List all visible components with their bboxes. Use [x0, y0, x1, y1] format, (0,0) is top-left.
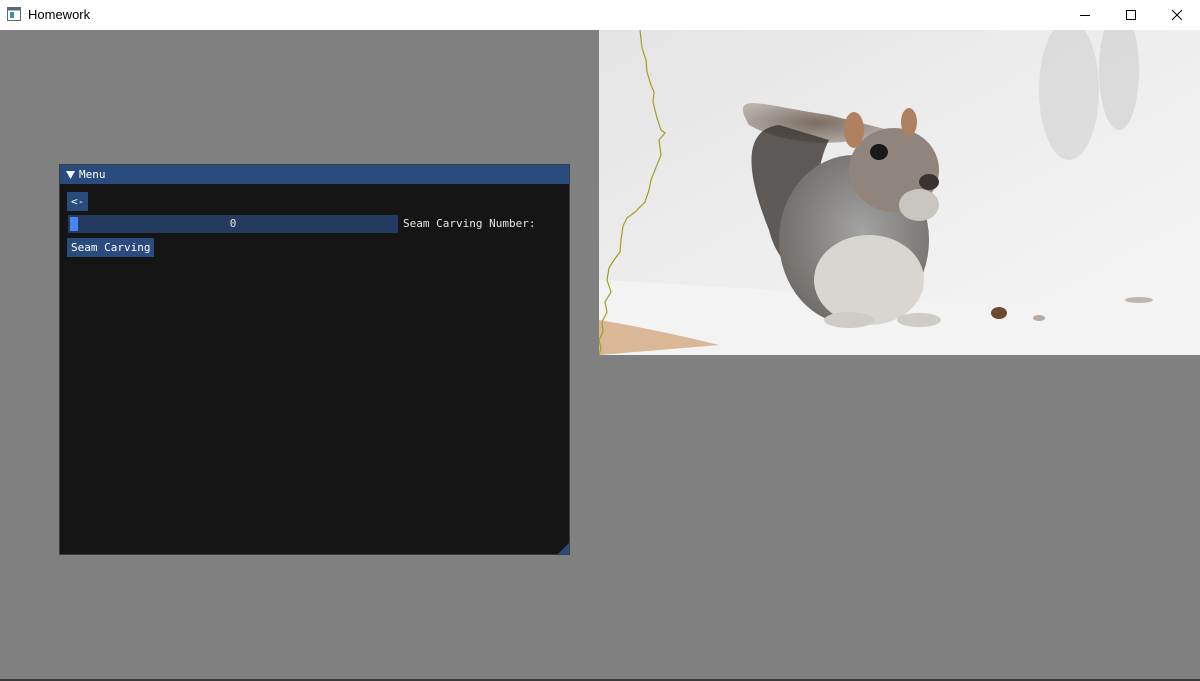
menu-window[interactable]: Menu <- 0 Seam Carving Number: Seam Carv… [59, 164, 570, 555]
close-icon [1171, 9, 1183, 21]
triangle-down-icon[interactable] [66, 171, 75, 179]
squirrel-photo [599, 30, 1200, 355]
seam-carving-button[interactable]: Seam Carving [67, 238, 155, 257]
menu-title-bar[interactable]: Menu [60, 165, 569, 184]
slider-value: 0 [229, 217, 237, 230]
menu-title-label: Menu [79, 168, 106, 181]
maximize-button[interactable] [1108, 0, 1154, 30]
slider-label: Seam Carving Number: [403, 217, 536, 230]
title-bar: Homework [0, 0, 1200, 30]
window-title: Homework [28, 7, 91, 22]
close-button[interactable] [1154, 0, 1200, 30]
minimize-button[interactable] [1062, 0, 1108, 30]
app-icon [7, 7, 21, 21]
maximize-icon [1126, 10, 1136, 20]
back-button[interactable]: <- [67, 192, 89, 211]
seam-carving-number-slider[interactable]: 0 [68, 215, 398, 233]
resize-grip[interactable] [558, 543, 569, 554]
minimize-icon [1080, 15, 1090, 16]
